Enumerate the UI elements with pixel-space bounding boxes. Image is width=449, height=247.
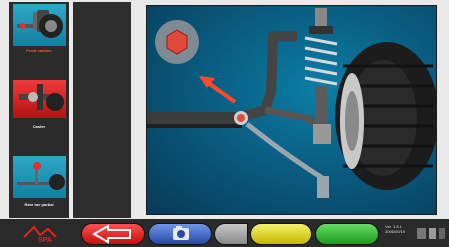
suspension-viewport — [146, 5, 437, 215]
app-window: Front camber Caster Rear toe partial SPA… — [0, 0, 449, 247]
sidebar-item-label: Rear toe partial — [24, 202, 54, 207]
suspension-illustration — [147, 8, 436, 198]
network-icon — [439, 228, 445, 239]
sidebar-item-label: Caster — [32, 124, 46, 129]
bottom-toolbar: SPA Ver. 1.8.1 2006/09/19 — [0, 219, 449, 247]
sidebar-item-caster[interactable] — [13, 80, 66, 118]
hex-bolt-icon — [155, 20, 199, 64]
camera-icon — [173, 226, 189, 240]
sidebar: Front camber Caster Rear toe partial — [9, 2, 69, 218]
version-subtext: 2006/09/19 — [385, 229, 406, 234]
red-arrow-icon — [199, 76, 237, 104]
printer-icon — [417, 228, 426, 239]
sidebar-item-front-camber[interactable] — [13, 4, 66, 46]
camera-button[interactable] — [148, 223, 212, 245]
back-arrow-icon — [91, 224, 131, 244]
status-tray — [417, 228, 445, 239]
empty-panel — [73, 2, 131, 218]
suspension-arm-icon — [17, 10, 63, 38]
grey-function-button[interactable] — [214, 223, 248, 245]
yellow-function-button[interactable] — [250, 223, 312, 245]
green-function-button[interactable] — [315, 223, 379, 245]
toe-link-icon — [17, 162, 65, 190]
back-button[interactable] — [81, 223, 145, 245]
brand-logo: SPA — [18, 223, 76, 244]
logo-text: SPA — [38, 237, 52, 244]
sidebar-item-rear-toe-partial[interactable] — [13, 156, 66, 198]
steering-knuckle-icon — [19, 84, 64, 111]
sidebar-item-label: Front camber — [26, 48, 52, 53]
version-info: Ver. 1.8.1 2006/09/19 — [385, 224, 415, 234]
disk-icon — [429, 228, 436, 239]
